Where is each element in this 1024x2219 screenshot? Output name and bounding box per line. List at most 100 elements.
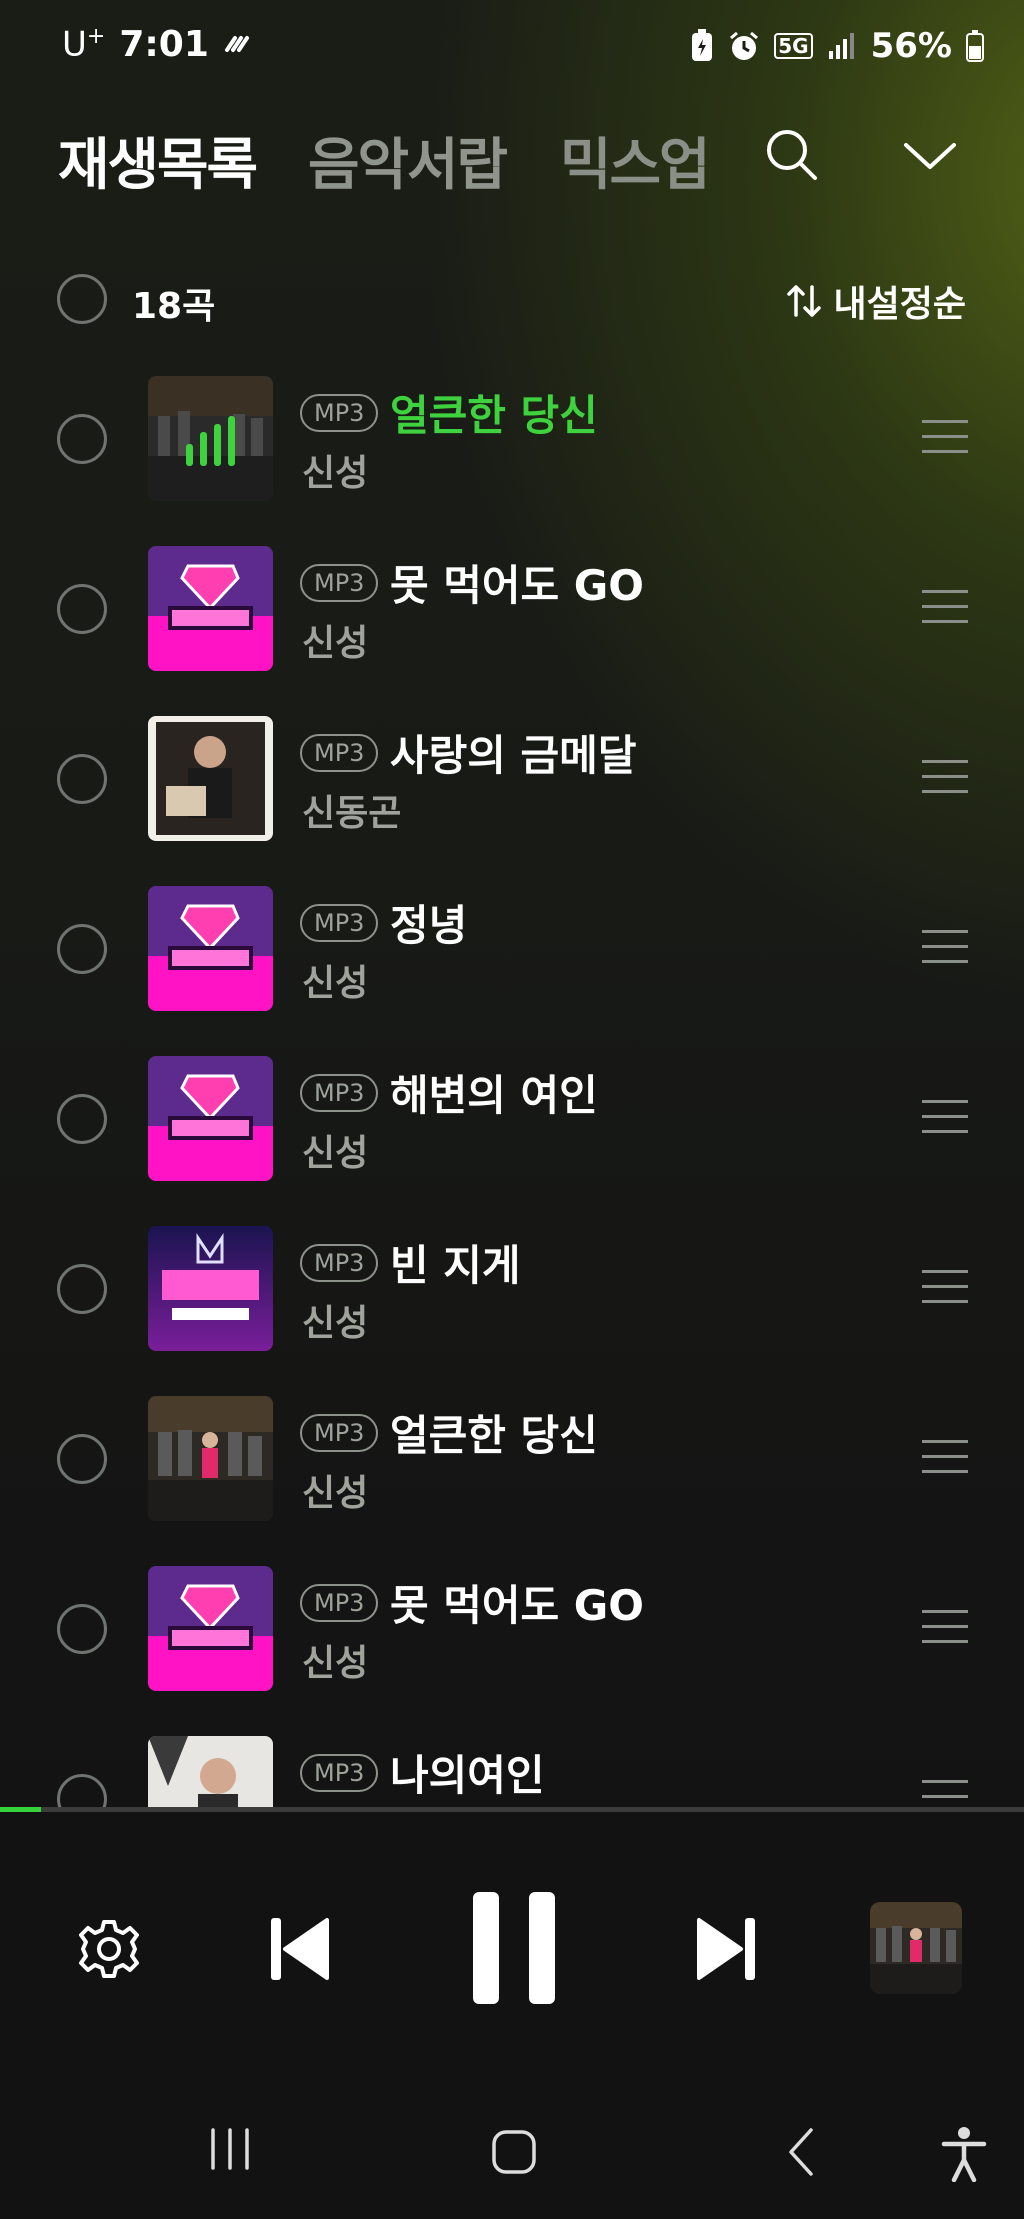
track-row[interactable]: MP3 얼큰한 당신 신성 [0,1388,1024,1558]
network-type-label: 5G [774,33,813,59]
battery-saver-icon [692,29,713,61]
album-art [148,1566,273,1691]
track-select-checkbox[interactable] [57,1604,107,1654]
format-badge: MP3 [300,734,379,772]
home-icon [492,2130,536,2174]
home-button[interactable] [484,2124,544,2180]
drag-handle-icon[interactable] [922,1440,968,1474]
drag-handle-icon[interactable] [922,1270,968,1304]
sort-button[interactable]: 내설정순 [784,275,966,327]
format-badge: MP3 [300,1414,379,1452]
search-button[interactable] [757,120,827,190]
select-all-checkbox[interactable] [57,274,107,324]
accessibility-icon [941,2127,987,2182]
drag-handle-icon[interactable] [922,760,968,794]
drag-handle-icon[interactable] [922,1780,968,1808]
search-icon [767,130,817,180]
skip-previous-icon [271,1918,329,1980]
tab-playlist[interactable]: 재생목록 [58,120,258,201]
status-bar: U+ 7:01 5G 56% [0,0,1024,100]
track-row[interactable]: MP3 못 먹어도 GO 신성 [0,1558,1024,1728]
alarm-icon [730,31,759,60]
drag-handle-icon[interactable] [922,930,968,964]
previous-button[interactable] [262,1912,336,1986]
album-art [148,376,273,501]
track-artist: 신성 [302,623,369,664]
album-art [148,546,273,671]
track-count: 18곡 [132,286,216,327]
recent-apps-icon [211,2128,249,2170]
drag-handle-icon[interactable] [922,590,968,624]
status-time: 7:01 [119,24,209,65]
drag-handle-icon[interactable] [922,1610,968,1644]
track-select-checkbox[interactable] [57,584,107,634]
battery-percent: 56% [870,26,952,66]
album-art [148,1226,273,1351]
track-select-checkbox[interactable] [57,1264,107,1314]
back-icon [789,2128,813,2176]
format-badge: MP3 [300,394,379,432]
call-activity-icon [224,35,249,52]
album-art [148,716,273,841]
track-select-checkbox[interactable] [57,924,107,974]
track-select-checkbox[interactable] [57,1774,107,1808]
track-title: 사랑의 금메달 [390,731,637,780]
sort-label: 내설정순 [833,284,966,325]
battery-icon [966,30,984,62]
accessibility-button[interactable] [936,2124,992,2184]
tab-mixup[interactable]: 믹스업 [560,120,711,201]
format-badge: MP3 [300,1584,379,1622]
drag-handle-icon[interactable] [922,420,968,454]
next-button[interactable] [690,1912,764,1986]
track-title: 빈 지게 [390,1241,521,1290]
album-art [148,1396,273,1521]
track-select-checkbox[interactable] [57,1094,107,1144]
track-select-checkbox[interactable] [57,1434,107,1484]
carrier-label: U+ [62,24,106,65]
pause-button[interactable] [464,1888,564,2008]
track-title: 얼큰한 당신 [390,391,598,440]
skip-next-icon [697,1918,755,1980]
album-art [148,1056,273,1181]
track-title: 못 먹어도 GO [390,1581,644,1630]
recent-apps-button[interactable] [200,2124,260,2174]
track-artist: 신성 [302,963,369,1004]
track-title: 얼큰한 당신 [390,1411,598,1460]
format-badge: MP3 [300,564,379,602]
format-badge: MP3 [300,1754,379,1792]
list-header: 18곡 내설정순 [0,265,1024,335]
track-select-checkbox[interactable] [57,414,107,464]
track-row[interactable]: MP3 얼큰한 당신 신성 [0,368,1024,538]
now-playing-art[interactable] [870,1902,962,1994]
chevron-down-icon [904,143,956,169]
pause-icon [473,1892,555,2004]
gear-icon [79,1920,139,1978]
track-row[interactable]: MP3 나의여인 [0,1728,1024,1808]
album-art [148,1736,273,1808]
track-row[interactable]: MP3 정녕 신성 [0,878,1024,1048]
system-nav-bar [0,2072,1024,2219]
track-title: 해변의 여인 [390,1071,598,1120]
back-button[interactable] [776,2124,826,2180]
sort-arrows-icon [786,285,821,317]
track-artist: 신성 [302,1643,369,1684]
track-row[interactable]: MP3 빈 지게 신성 [0,1218,1024,1388]
track-artist: 신동곤 [302,793,402,834]
track-list: MP3 얼큰한 당신 신성 MP3 못 먹어도 GO 신성 MP3 사랑의 금메… [0,368,1024,1808]
track-artist: 신성 [302,1133,369,1174]
drag-handle-icon[interactable] [922,1100,968,1134]
track-select-checkbox[interactable] [57,754,107,804]
track-title: 못 먹어도 GO [390,561,644,610]
track-artist: 신성 [302,1473,369,1514]
track-title: 정녕 [390,901,468,950]
settings-button[interactable] [72,1912,146,1986]
collapse-button[interactable] [895,120,965,190]
tab-music-drawer[interactable]: 음악서랍 [308,120,508,201]
track-row[interactable]: MP3 못 먹어도 GO 신성 [0,538,1024,708]
signal-icon [828,33,854,59]
track-row[interactable]: MP3 해변의 여인 신성 [0,1048,1024,1218]
track-row[interactable]: MP3 사랑의 금메달 신동곤 [0,708,1024,878]
player-controls [0,1812,1024,2072]
format-badge: MP3 [300,1074,379,1112]
format-badge: MP3 [300,1244,379,1282]
